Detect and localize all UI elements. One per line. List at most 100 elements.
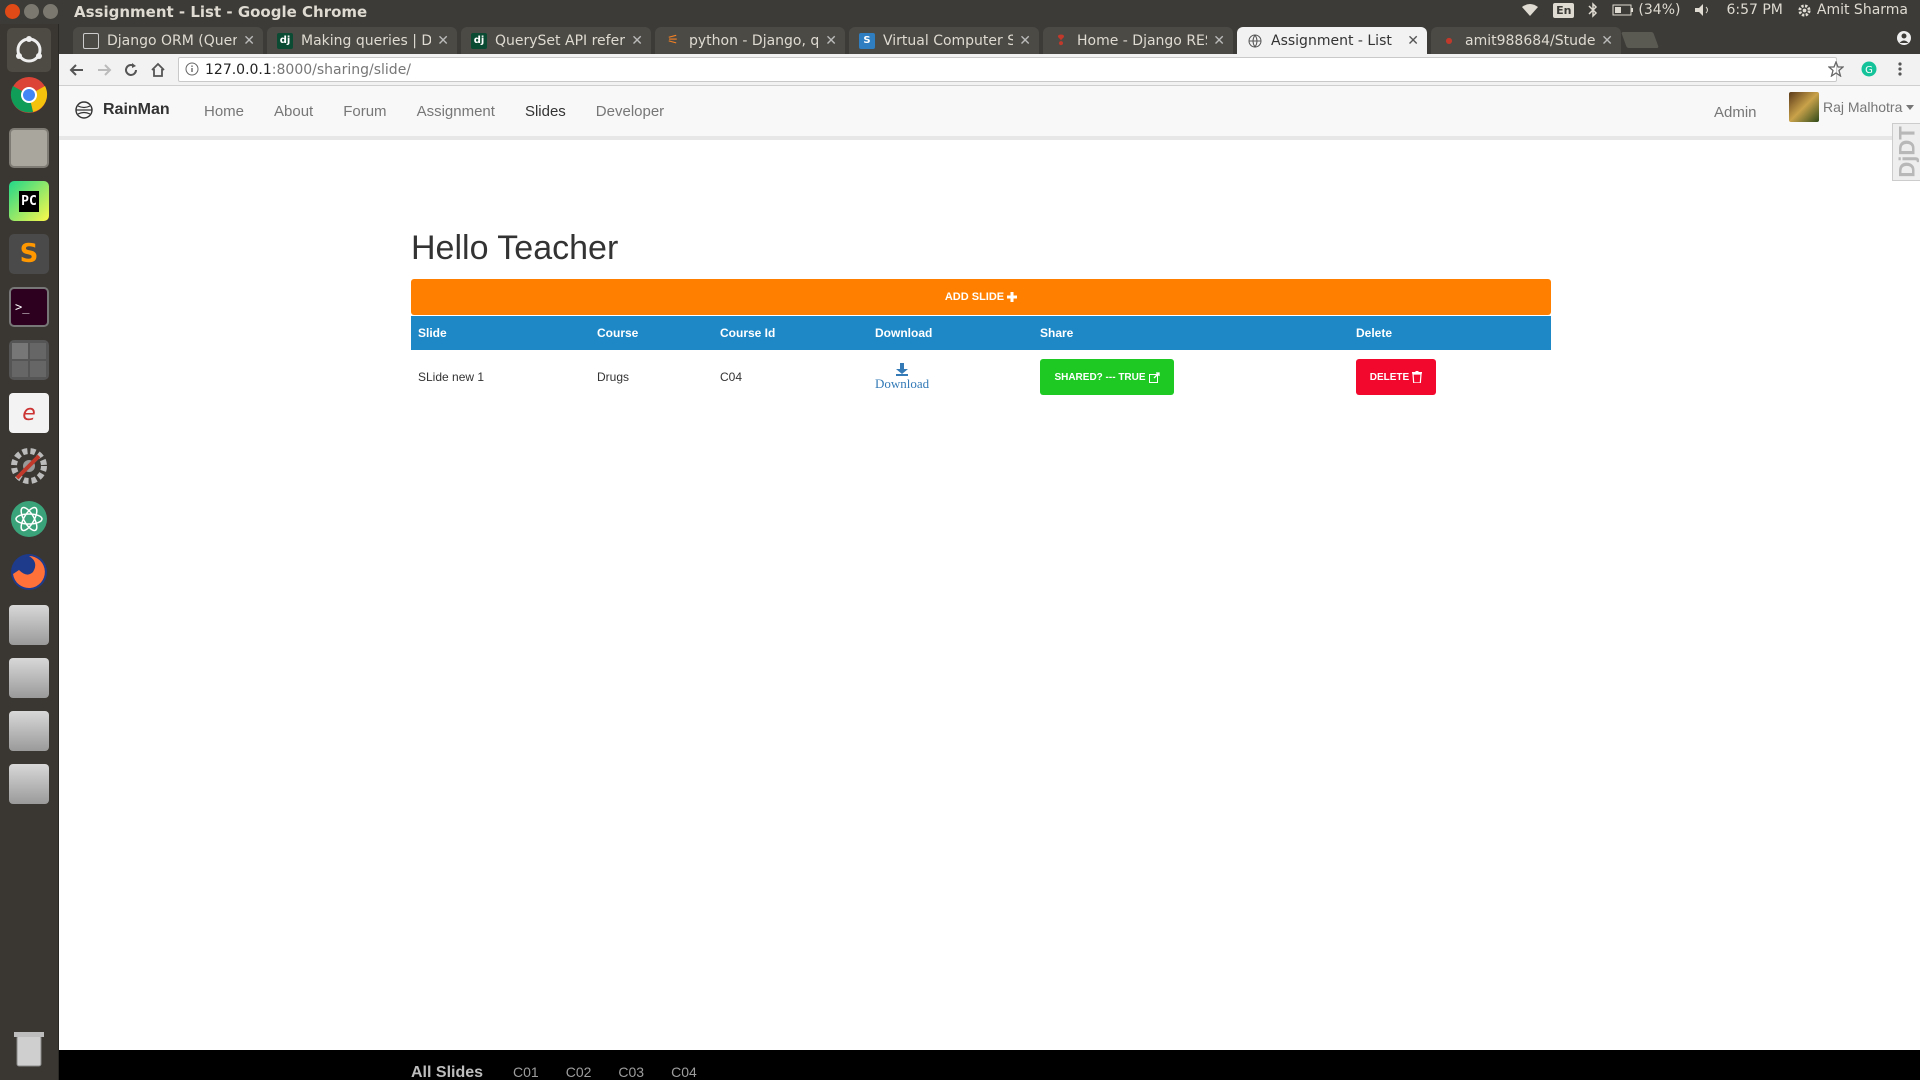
nav-link-admin[interactable]: Admin [1714, 104, 1757, 121]
trash-icon[interactable] [7, 1026, 51, 1070]
nav-link-forum[interactable]: Forum [343, 103, 386, 120]
drive-icon[interactable] [7, 656, 51, 700]
column-header-slide: Slide [411, 316, 590, 350]
terminal-icon[interactable]: >_ [7, 285, 51, 329]
clock[interactable]: 6:57 PM [1726, 2, 1782, 18]
wifi-icon[interactable] [1521, 3, 1539, 17]
nav-link-slides[interactable]: Slides [525, 103, 566, 120]
nav-link-about[interactable]: About [274, 103, 313, 120]
brand-name: RainMan [103, 101, 170, 118]
browser-tab[interactable]: S Virtual Computer S ✕ [849, 27, 1039, 54]
drive-icon[interactable] [7, 762, 51, 806]
browser-tab[interactable]: ❢ Home - Django RES ✕ [1043, 27, 1233, 54]
bluetooth-icon[interactable] [1588, 2, 1598, 18]
footer-link-c01[interactable]: C01 [513, 1064, 539, 1080]
forward-button[interactable] [94, 60, 114, 80]
browser-tab[interactable]: ⚟ python - Django, qu ✕ [655, 27, 845, 54]
site-navbar: RainMan Home About Forum Assignment Slid… [59, 86, 1920, 181]
browser-tab[interactable]: Django ORM (Quer ✕ [73, 27, 263, 54]
page-title: Hello Teacher [411, 229, 619, 267]
home-button[interactable] [148, 60, 168, 80]
session-user: Amit Sharma [1816, 2, 1908, 18]
close-tab-icon[interactable]: ✕ [1407, 33, 1419, 49]
footer-link-c04[interactable]: C04 [671, 1064, 697, 1080]
svg-text:G: G [1865, 65, 1873, 76]
close-tab-icon[interactable]: ✕ [437, 33, 449, 49]
user-name: Raj Malhotra [1823, 99, 1903, 115]
back-button[interactable] [67, 60, 87, 80]
djdt-label: DjDT [1894, 126, 1920, 178]
add-slide-button[interactable]: ADD SLIDE [411, 279, 1551, 315]
window-controls [5, 4, 58, 19]
footer-link-all-slides[interactable]: All Slides [411, 1064, 483, 1080]
column-header-delete: Delete [1349, 316, 1551, 350]
window-title: Assignment - List - Google Chrome [74, 3, 368, 21]
close-tab-icon[interactable]: ✕ [631, 33, 643, 49]
book-icon [83, 32, 99, 49]
battery-icon [1612, 4, 1634, 16]
system-settings-icon[interactable] [7, 444, 51, 488]
battery-indicator[interactable]: (34%) [1612, 2, 1680, 18]
pycharm-icon[interactable]: PC [7, 179, 51, 223]
ubuntu-dash-icon[interactable] [7, 28, 51, 72]
globe-icon [1247, 33, 1263, 49]
download-link[interactable]: Download [875, 362, 929, 392]
delete-slide-button[interactable]: DELETE [1356, 359, 1436, 395]
footer-link-c03[interactable]: C03 [618, 1064, 644, 1080]
system-tray: En (34%) 6:57 PM Amit Sharma [1521, 2, 1908, 18]
chrome-launcher-icon[interactable] [7, 73, 51, 117]
django-debug-toolbar-handle[interactable]: DjDT [1892, 123, 1920, 181]
github-icon: ● [1445, 36, 1453, 45]
close-tab-icon[interactable]: ✕ [243, 33, 255, 49]
user-menu[interactable]: Raj Malhotra [1789, 92, 1915, 122]
browser-tab[interactable]: dj Making queries | Dj ✕ [267, 27, 457, 54]
drive-icon[interactable] [7, 603, 51, 647]
tab-strip: Django ORM (Quer ✕ dj Making queries | D… [59, 24, 1920, 54]
maximize-window-button[interactable] [43, 4, 58, 19]
minimize-window-button[interactable] [24, 4, 39, 19]
footer-link-c02[interactable]: C02 [566, 1064, 592, 1080]
atom-icon[interactable] [7, 497, 51, 541]
info-icon[interactable] [185, 62, 199, 80]
trash-icon [1412, 371, 1423, 383]
browser-tab[interactable]: ● amit988684/Studen ✕ [1431, 27, 1621, 54]
text-editor-icon[interactable]: e [7, 391, 51, 435]
session-menu[interactable]: Amit Sharma [1797, 2, 1908, 18]
browser-tab-active[interactable]: Assignment - List ✕ [1237, 27, 1427, 54]
input-method-indicator[interactable]: En [1553, 2, 1575, 18]
drive-icon[interactable] [7, 709, 51, 753]
files-icon[interactable] [7, 126, 51, 170]
grammarly-extension-icon[interactable]: G [1861, 61, 1877, 81]
nav-link-home[interactable]: Home [204, 103, 244, 120]
bookmark-star-icon[interactable] [1827, 60, 1845, 81]
footer-links: All Slides C01 C02 C03 C04 [411, 1064, 724, 1080]
django-icon: dj [471, 32, 487, 49]
reload-button[interactable] [121, 60, 141, 80]
delete-label: DELETE [1369, 371, 1410, 383]
brand[interactable]: RainMan [75, 101, 170, 119]
profile-icon[interactable] [1896, 30, 1912, 50]
course-id: C04 [720, 370, 743, 384]
top-panel: Assignment - List - Google Chrome En (34… [0, 0, 1920, 24]
nav-link-developer[interactable]: Developer [596, 103, 664, 120]
new-tab-button[interactable] [1621, 32, 1659, 48]
address-bar[interactable]: 127.0.0.1:8000/sharing/slide/ [178, 57, 1837, 82]
volume-icon[interactable] [1694, 3, 1712, 17]
browser-toolbar: 127.0.0.1:8000/sharing/slide/ G [59, 54, 1920, 86]
close-tab-icon[interactable]: ✕ [1019, 33, 1031, 49]
nav-link-assignment[interactable]: Assignment [417, 103, 495, 120]
firefox-icon[interactable] [7, 550, 51, 594]
close-tab-icon[interactable]: ✕ [825, 33, 837, 49]
plus-icon [1007, 292, 1018, 302]
sublime-text-icon[interactable]: S [7, 232, 51, 276]
workspace-switcher-icon[interactable] [7, 338, 51, 382]
share-toggle-button[interactable]: SHARED? --- TRUE [1040, 359, 1174, 395]
slides-table: Slide Course Course Id Download Share De… [411, 316, 1551, 404]
chrome-menu-icon[interactable] [1897, 61, 1903, 81]
close-window-button[interactable] [5, 4, 20, 19]
download-icon [896, 362, 909, 376]
close-tab-icon[interactable]: ✕ [1601, 33, 1613, 49]
avatar [1789, 92, 1819, 122]
close-tab-icon[interactable]: ✕ [1213, 33, 1225, 49]
browser-tab[interactable]: dj QuerySet API refer ✕ [461, 27, 651, 54]
